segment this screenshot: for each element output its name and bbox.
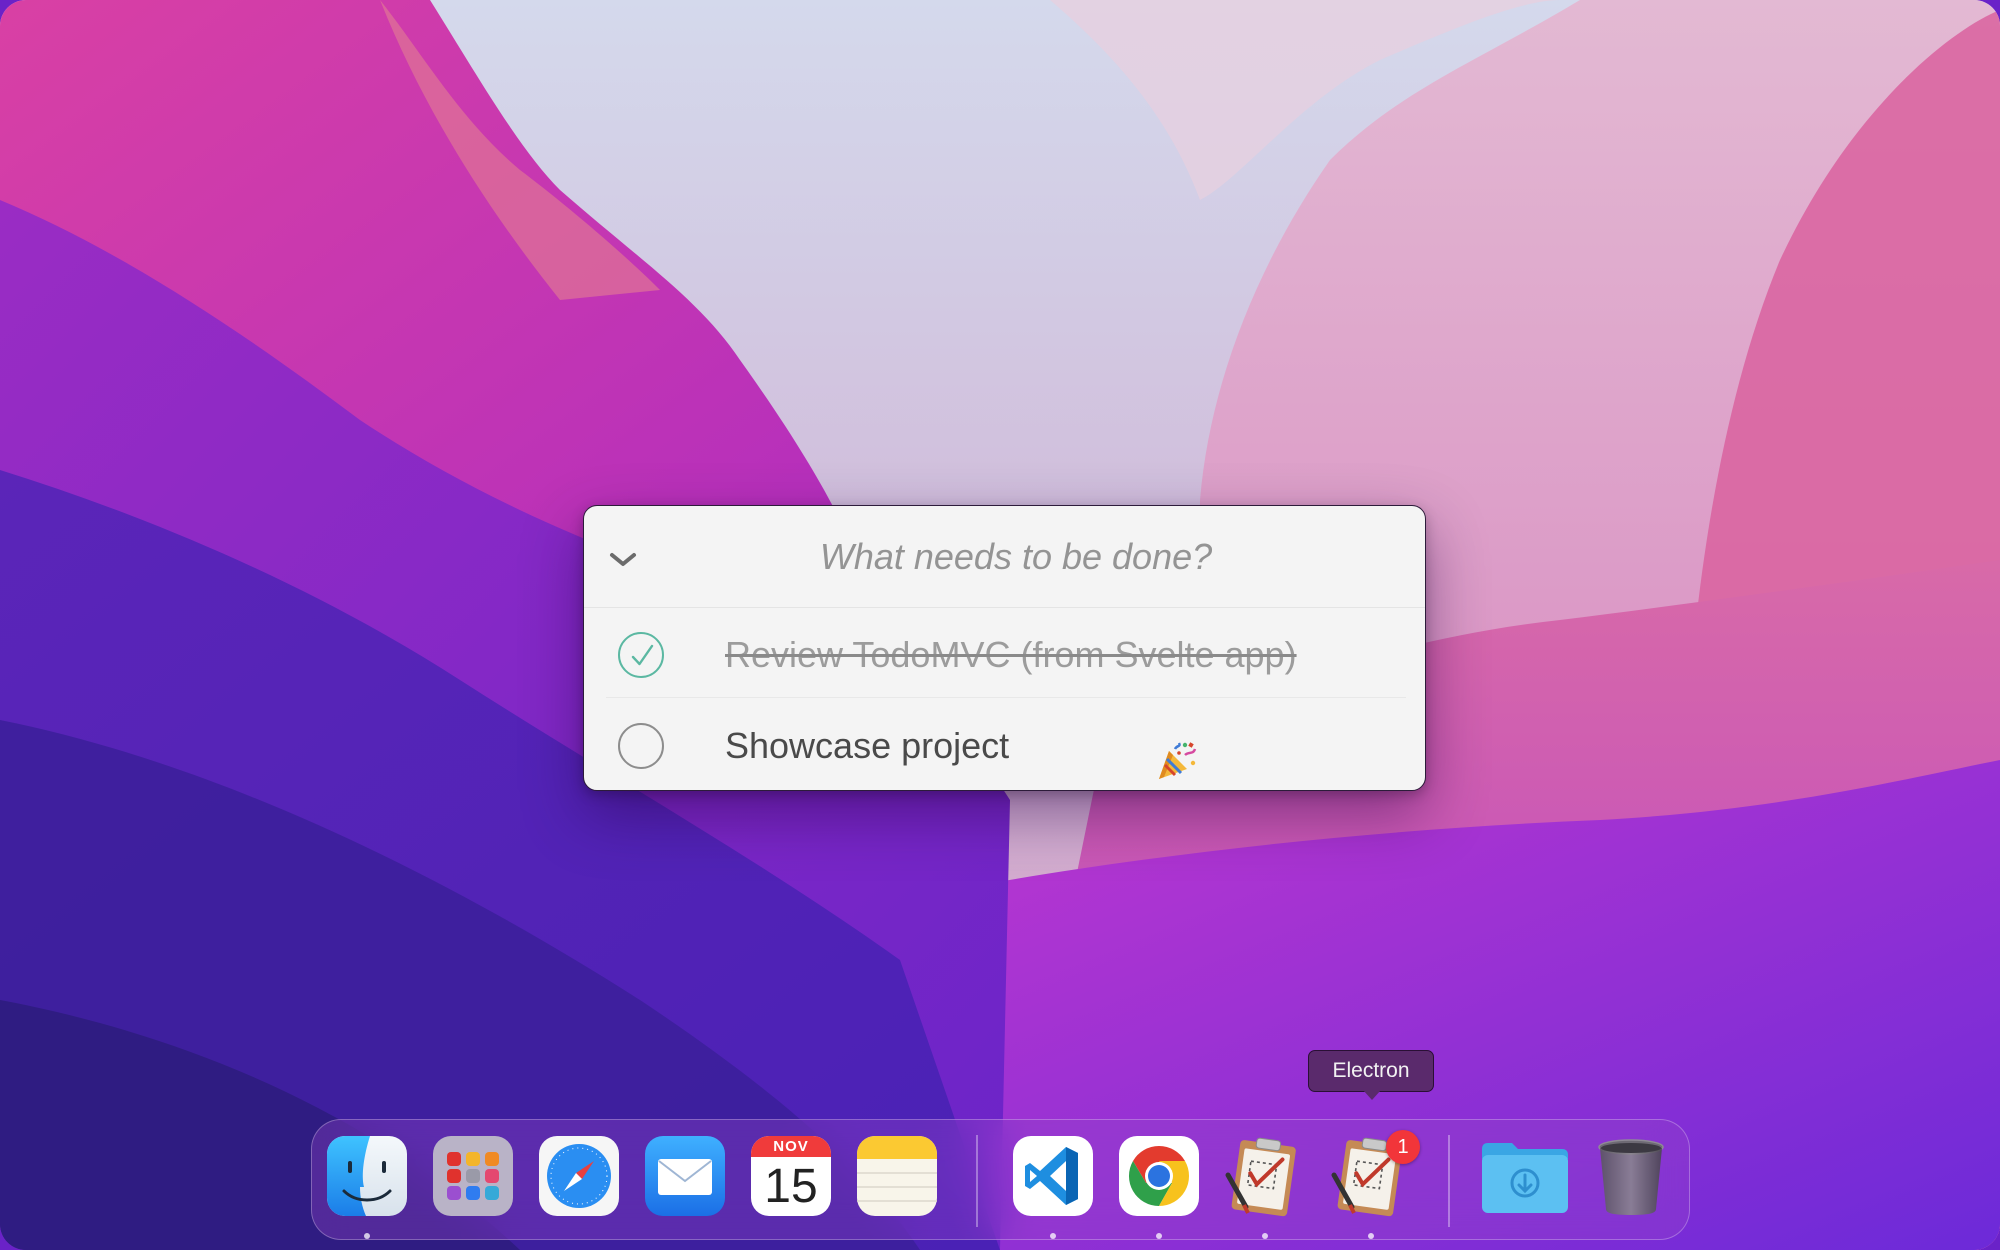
- dock-item-chrome[interactable]: [1118, 1135, 1200, 1217]
- dock-item-calendar[interactable]: NOV 15: [750, 1135, 832, 1217]
- notes-icon: [857, 1136, 937, 1216]
- dock-separator: [976, 1135, 978, 1227]
- todo-item: Showcase project: [606, 699, 1406, 789]
- safari-icon: [539, 1136, 619, 1216]
- running-indicator: [1368, 1233, 1374, 1239]
- downloads-folder-icon: [1482, 1143, 1568, 1213]
- launchpad-icon: [433, 1136, 513, 1216]
- new-todo-input[interactable]: [664, 506, 1368, 608]
- dock-item-mail[interactable]: [644, 1135, 726, 1217]
- running-indicator: [1156, 1233, 1162, 1239]
- dock-tooltip: Electron: [1308, 1050, 1434, 1092]
- notification-badge: 1: [1386, 1130, 1420, 1164]
- finder-icon: [327, 1136, 407, 1216]
- todo-item-label[interactable]: Review TodoMVC (from Svelte app): [725, 632, 1297, 678]
- dock-item-todo-app[interactable]: [1222, 1135, 1304, 1217]
- vscode-icon: [1013, 1136, 1093, 1216]
- todo-item: Review TodoMVC (from Svelte app): [606, 608, 1406, 698]
- todo-item-text: Showcase project: [725, 725, 1010, 766]
- dock-item-finder[interactable]: [326, 1135, 408, 1217]
- running-indicator: [364, 1233, 370, 1239]
- party-popper-icon: [1159, 742, 1197, 779]
- calendar-day: 15: [764, 1160, 818, 1213]
- checkmark-icon: [631, 644, 654, 666]
- running-indicator: [1050, 1233, 1056, 1239]
- dock-item-launchpad[interactable]: [432, 1135, 514, 1217]
- dock-item-notes[interactable]: [856, 1135, 938, 1217]
- tooltip-arrow: [1363, 1090, 1381, 1100]
- calendar-month: NOV: [773, 1138, 809, 1155]
- todo-window: Review TodoMVC (from Svelte app) Showcas…: [583, 505, 1426, 791]
- todo-item-label[interactable]: Showcase project: [725, 723, 1197, 779]
- chrome-icon: [1119, 1136, 1199, 1216]
- trash-icon: [1598, 1139, 1664, 1215]
- dock-item-downloads[interactable]: [1478, 1135, 1572, 1217]
- toggle-all-chevron-icon[interactable]: [606, 546, 640, 574]
- running-indicator: [1262, 1233, 1268, 1239]
- dock-item-vscode[interactable]: [1012, 1135, 1094, 1217]
- mail-icon: [645, 1136, 725, 1216]
- dock-item-safari[interactable]: [538, 1135, 620, 1217]
- dock-separator: [1448, 1135, 1450, 1227]
- dock-item-trash[interactable]: [1590, 1135, 1672, 1217]
- clipboard-todo-icon: [1225, 1137, 1296, 1217]
- todo-header: [584, 506, 1425, 608]
- todo-checkbox[interactable]: [618, 723, 664, 769]
- completed-checkbox[interactable]: [618, 632, 664, 678]
